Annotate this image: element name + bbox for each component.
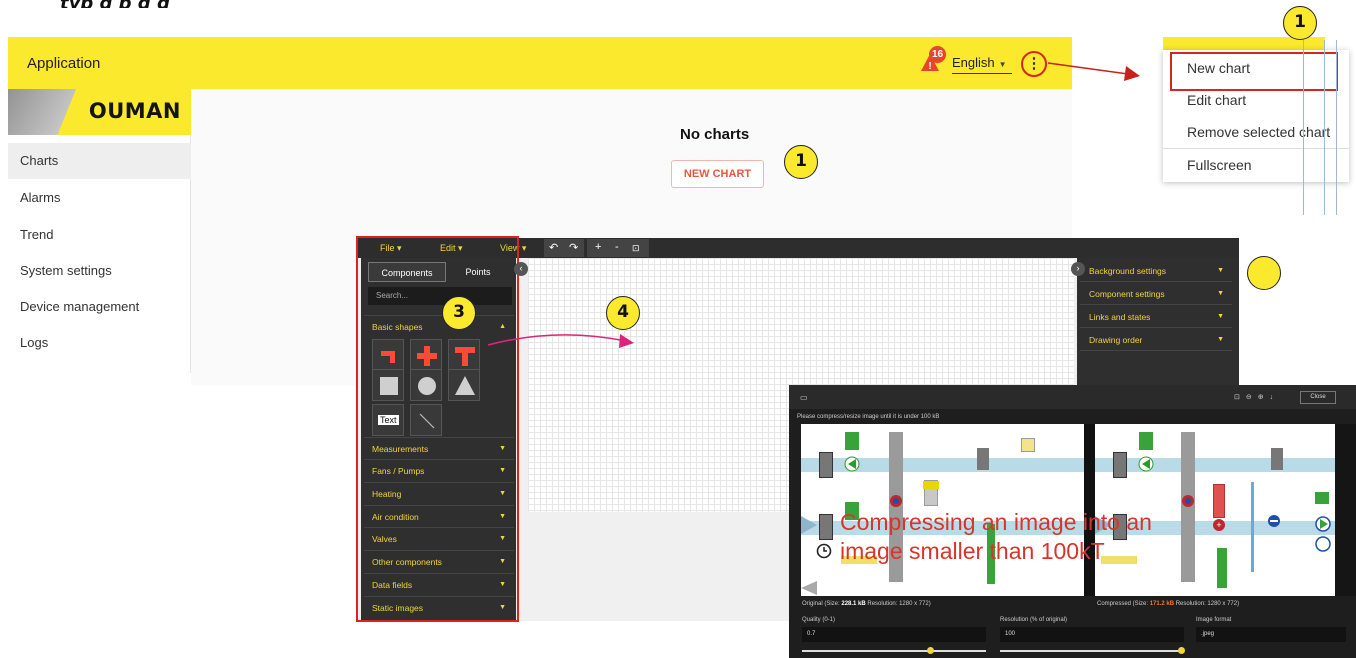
- sidebar-item-logs[interactable]: Logs: [8, 325, 191, 361]
- language-label: English: [952, 55, 995, 70]
- compressed-info: Compressed (Size: 171.2 kB Resolution: 1…: [1097, 601, 1240, 607]
- dialog-tools[interactable]: ⊡⊖⊕↓: [1234, 393, 1279, 401]
- guide-line: [1303, 40, 1304, 215]
- menu-item-remove-chart[interactable]: Remove selected chart: [1163, 116, 1349, 148]
- sidebar-item-alarms[interactable]: Alarms: [8, 180, 191, 216]
- background-settings[interactable]: Background settings ▼: [1080, 260, 1232, 282]
- pump-icon: +: [1213, 519, 1225, 531]
- drawing-order[interactable]: Drawing order ▼: [1080, 329, 1232, 351]
- more-options-icon[interactable]: ⋮: [1021, 51, 1047, 77]
- app-title: Application: [27, 55, 101, 72]
- chevron-down-icon: ▼: [1217, 313, 1224, 320]
- sidebar-item-system-settings[interactable]: System settings: [8, 253, 191, 289]
- collapse-left-icon[interactable]: ‹: [514, 262, 528, 276]
- chevron-down-icon: ▼: [1217, 336, 1224, 343]
- logo: OUMAN: [8, 89, 191, 135]
- sidebar: Charts Alarms Trend System settings Devi…: [8, 135, 191, 373]
- chevron-down-icon: ▼: [998, 60, 1007, 69]
- new-chart-button[interactable]: NEW CHART: [671, 160, 764, 188]
- zoom-out-icon[interactable]: -: [615, 241, 619, 253]
- circle-icon: [1315, 536, 1331, 552]
- sidebar-item-trend[interactable]: Trend: [8, 217, 191, 253]
- resolution-slider-knob[interactable]: [1178, 647, 1185, 654]
- links-and-states[interactable]: Links and states ▼: [1080, 306, 1232, 328]
- app-bar: [8, 37, 1072, 89]
- menu-item-fullscreen[interactable]: Fullscreen: [1163, 148, 1349, 180]
- fan-icon: [844, 456, 860, 472]
- step-marker-1: 1: [784, 145, 818, 179]
- quality-slider-knob[interactable]: [927, 647, 934, 654]
- language-select[interactable]: English ▼: [952, 55, 1012, 74]
- svg-text:+: +: [1216, 520, 1221, 530]
- format-label: Image format: [1196, 617, 1232, 623]
- highlight-components-panel: [356, 236, 519, 622]
- fan-icon: [1138, 456, 1154, 472]
- compress-hint: Please compress/resize image until it is…: [797, 414, 940, 420]
- fan-icon: [1315, 516, 1331, 532]
- resolution-input[interactable]: 100: [1000, 627, 1184, 642]
- drag-arrow: [487, 334, 634, 348]
- fit-icon[interactable]: ⊡: [632, 243, 640, 254]
- original-info: Original (Size: 228.1 kB Resolution: 128…: [802, 601, 931, 607]
- logo-text: OUMAN: [88, 99, 181, 123]
- resolution-label: Resolution (% of original): [1000, 617, 1068, 623]
- quality-input[interactable]: 0.7: [802, 627, 986, 642]
- cropped-heading: typ g p g g: [60, 0, 170, 8]
- highlight-new-chart: [1170, 52, 1338, 91]
- step-marker-1: 1: [1283, 6, 1317, 40]
- component-settings[interactable]: Component settings ▼: [1080, 283, 1232, 305]
- zoom-in-icon[interactable]: +: [595, 241, 601, 253]
- sidebar-item-charts[interactable]: Charts: [8, 143, 191, 179]
- red-arrow: [1047, 62, 1140, 81]
- clock-icon: [816, 543, 832, 559]
- resolution-slider[interactable]: [1000, 650, 1184, 652]
- caption-text: Compressing an image into an image small…: [840, 509, 1152, 564]
- svg-text:!: !: [928, 61, 931, 72]
- pane-edge: [1335, 424, 1356, 596]
- undo-icon[interactable]: ↶: [549, 241, 558, 254]
- image-icon: ▭: [800, 393, 808, 402]
- heater-icon: [1182, 495, 1194, 507]
- empty-state-title: No charts: [680, 126, 750, 143]
- close-button[interactable]: Close: [1300, 391, 1336, 404]
- pump-icon: [1268, 515, 1280, 527]
- guide-line: [1324, 40, 1325, 215]
- guide-line: [1336, 40, 1337, 215]
- sidebar-item-device-management[interactable]: Device management: [8, 289, 191, 325]
- step-marker-empty: [1247, 256, 1281, 290]
- quality-slider[interactable]: [802, 650, 986, 652]
- step-marker-3: 3: [442, 296, 476, 330]
- logo-swoosh: [8, 89, 81, 135]
- heater-icon: [890, 495, 902, 507]
- chevron-down-icon: ▼: [1217, 267, 1224, 274]
- format-select[interactable]: .jpeg: [1196, 627, 1346, 642]
- chevron-down-icon: ▼: [1217, 290, 1224, 297]
- notification-badge: 16: [929, 46, 947, 63]
- quality-label: Quality (0-1): [802, 617, 836, 623]
- redo-icon[interactable]: ↷: [569, 241, 578, 254]
